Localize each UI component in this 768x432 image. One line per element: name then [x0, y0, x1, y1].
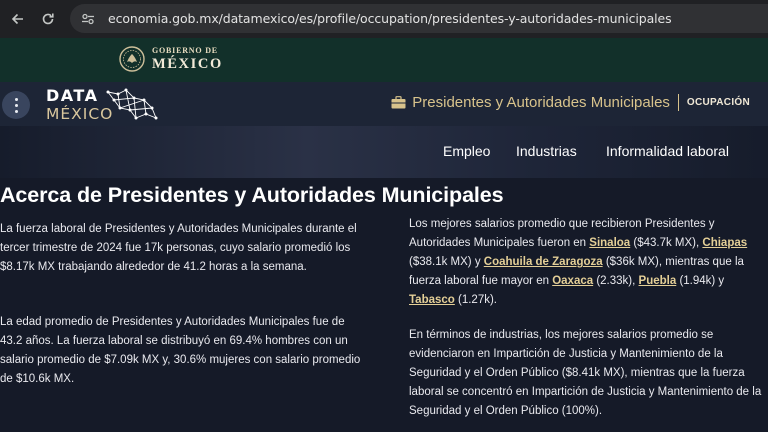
back-arrow-icon[interactable] [7, 8, 29, 30]
state-link-puebla[interactable]: Puebla [639, 275, 677, 287]
summary-paragraph-industries: En términos de industrias, los mejores s… [409, 329, 762, 418]
state-link-coahuila[interactable]: Coahuila de Zaragoza [484, 256, 603, 268]
menu-dot-icon [14, 109, 18, 113]
profile-divider [677, 94, 679, 111]
profile-name: Presidentes y Autoridades Municipales [412, 94, 670, 111]
nav-link-informalidad-laboral[interactable]: Informalidad laboral [606, 143, 729, 159]
gov-logo-line2: MÉXICO [152, 55, 223, 72]
browser-toolbar: economia.gob.mx/datamexico/es/profile/oc… [0, 0, 768, 38]
state-link-sinaloa[interactable]: Sinaloa [589, 237, 630, 249]
network-graph-icon [106, 88, 158, 120]
menu-dot-icon [14, 97, 18, 101]
coat-of-arms-icon [119, 46, 145, 72]
site-header: DATA MÉXICO Presidentes y Autoridades Mu… [0, 82, 768, 126]
briefcase-icon [391, 96, 406, 109]
profile-type-label: OCUPACIÓN [686, 97, 750, 108]
state-link-tabasco[interactable]: Tabasco [409, 294, 455, 306]
about-section: Acerca de Presidentes y Autoridades Muni… [0, 178, 768, 432]
state-link-oaxaca[interactable]: Oaxaca [552, 275, 593, 287]
gov-logo-line1: GOBIERNO DE [152, 45, 218, 55]
profile-title: Presidentes y Autoridades Municipales OC… [391, 94, 750, 111]
menu-button[interactable] [2, 91, 30, 119]
reload-icon[interactable] [37, 8, 59, 30]
summary-paragraph-workforce: La fuerza laboral de Presidentes y Autor… [0, 223, 357, 274]
brand-data-text: DATA [46, 86, 99, 105]
summary-paragraph-demographics: La edad promedio de Presidentes y Autori… [0, 316, 361, 386]
government-banner: GOBIERNO DE MÉXICO [0, 38, 768, 82]
section-title: Acerca de Presidentes y Autoridades Muni… [0, 183, 504, 207]
nav-link-empleo[interactable]: Empleo [443, 143, 490, 159]
data-mexico-logo[interactable]: DATA MÉXICO [46, 86, 161, 124]
url-text[interactable]: economia.gob.mx/datamexico/es/profile/oc… [108, 11, 672, 26]
brand-mexico-text: MÉXICO [46, 105, 114, 123]
address-bar[interactable]: economia.gob.mx/datamexico/es/profile/oc… [70, 4, 768, 33]
menu-dot-icon [14, 103, 18, 107]
site-info-icon[interactable] [80, 11, 96, 27]
nav-link-industrias[interactable]: Industrias [516, 143, 577, 159]
gobierno-de-mexico-logo[interactable]: GOBIERNO DE MÉXICO [118, 45, 223, 73]
profile-section-nav: Empleo Industrias Informalidad laboral [0, 126, 768, 178]
state-link-chiapas[interactable]: Chiapas [702, 237, 747, 249]
summary-paragraph-states: Los mejores salarios promedio que recibi… [409, 218, 748, 307]
